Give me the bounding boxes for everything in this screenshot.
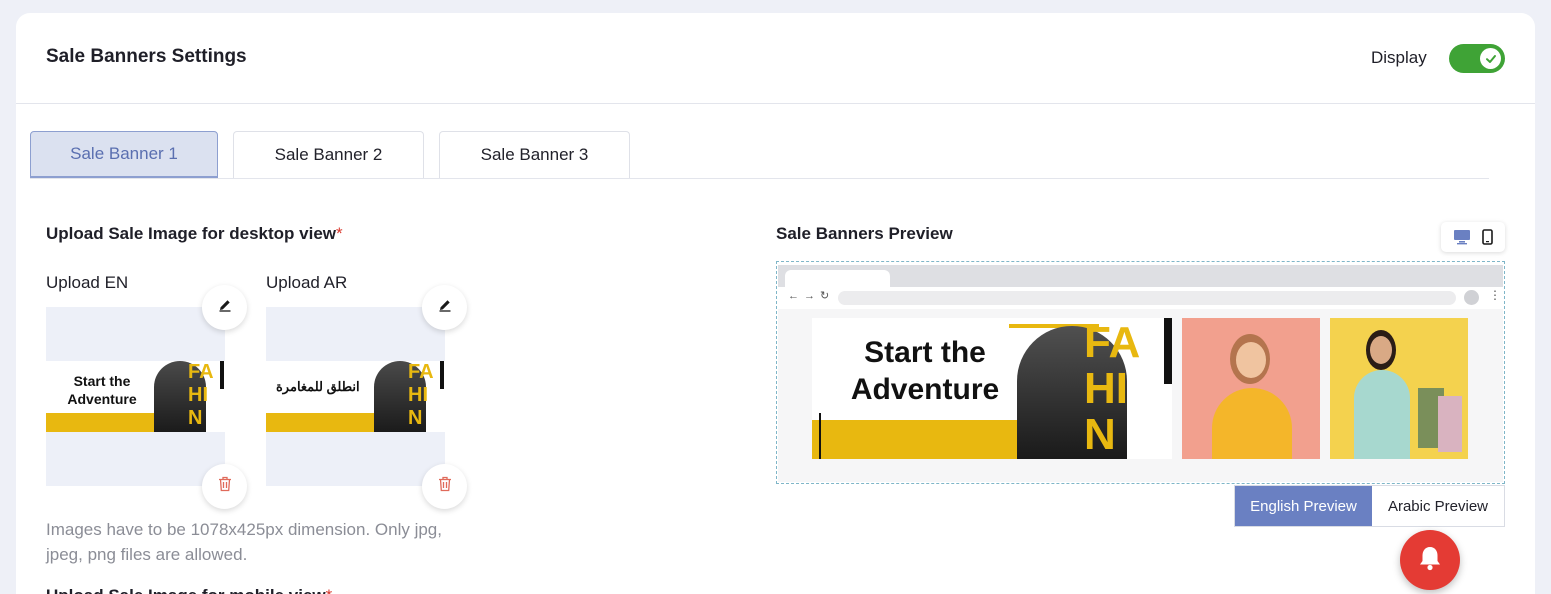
card-header: Sale Banners Settings Display xyxy=(16,13,1535,104)
banner-tabs: Sale Banner 1 Sale Banner 2 Sale Banner … xyxy=(30,131,1489,179)
arabic-preview-button[interactable]: Arabic Preview xyxy=(1372,486,1504,526)
trash-icon xyxy=(218,476,232,497)
banner-brand-letters: FA HI N xyxy=(408,361,434,429)
browser-tab-strip xyxy=(778,265,1503,290)
delete-en-button[interactable] xyxy=(202,464,247,509)
image-requirements-hint: Images have to be 1078x425px dimension. … xyxy=(46,520,442,564)
browser-url-field xyxy=(838,291,1456,305)
preview-banner-text: Start the Adventure xyxy=(850,336,1000,406)
tab-sale-banner-1[interactable]: Sale Banner 1 xyxy=(30,131,218,178)
banner-brand-letters: FA HI N xyxy=(1084,318,1141,459)
required-mark: * xyxy=(326,586,333,594)
desktop-upload-title: Upload Sale Image for desktop view* xyxy=(46,224,343,244)
page-title: Sale Banners Settings xyxy=(46,46,247,67)
banner-black-bar xyxy=(220,361,224,389)
preview-main-banner: Start the Adventure FA HI N xyxy=(812,318,1172,459)
display-toggle[interactable] xyxy=(1449,44,1505,73)
required-mark: * xyxy=(336,224,343,243)
upload-ar-label: Upload AR xyxy=(266,273,348,292)
mobile-upload-title-text: Upload Sale Image for mobile view xyxy=(46,586,326,594)
delete-ar-button[interactable] xyxy=(422,464,467,509)
notification-button[interactable] xyxy=(1400,530,1460,590)
edit-ar-button[interactable] xyxy=(422,285,467,330)
banner-preview: ←→↻ ⋮ Start the Adventure FA HI N xyxy=(776,261,1505,484)
preview-language-switch: English Preview Arabic Preview xyxy=(1234,485,1505,527)
bell-icon xyxy=(1415,543,1445,578)
trash-icon xyxy=(438,476,452,497)
browser-menu-icon: ⋮ xyxy=(1489,288,1501,302)
photo-dress xyxy=(1212,388,1292,459)
tab-sale-banner-2[interactable]: Sale Banner 2 xyxy=(233,131,424,178)
banner-brand-letters: FA HI N xyxy=(188,361,214,429)
check-icon xyxy=(1480,48,1501,69)
desktop-upload-title-text: Upload Sale Image for desktop view xyxy=(46,224,337,243)
phone-icon[interactable] xyxy=(1482,229,1494,245)
ar-banner-text: انطلق للمغامرة xyxy=(276,379,360,394)
banner-black-bar xyxy=(1164,318,1172,384)
preview-photo-laughing-woman xyxy=(1182,318,1320,459)
photo-shopping-bag xyxy=(1438,396,1462,452)
pencil-icon xyxy=(438,298,452,317)
banner-black-line xyxy=(819,413,821,459)
browser-profile-icon xyxy=(1464,290,1479,305)
device-switch xyxy=(1441,222,1505,252)
edit-en-button[interactable] xyxy=(202,285,247,330)
photo-face xyxy=(1370,336,1392,364)
ar-banner-thumbnail: انطلق للمغامرة FA HI N xyxy=(266,361,445,432)
photo-dress xyxy=(1354,370,1410,459)
upload-en-dropzone[interactable]: Start the Adventure FA HI N xyxy=(46,307,225,486)
tab-sale-banner-3[interactable]: Sale Banner 3 xyxy=(439,131,630,178)
upload-en-label: Upload EN xyxy=(46,273,129,292)
en-banner-thumbnail: Start the Adventure FA HI N xyxy=(46,361,225,432)
upload-ar-dropzone[interactable]: انطلق للمغامرة FA HI N xyxy=(266,307,445,486)
en-banner-text: Start the Adventure xyxy=(67,373,137,407)
preview-title: Sale Banners Preview xyxy=(776,224,953,243)
preview-photo-shopping-woman xyxy=(1330,318,1468,459)
monitor-icon[interactable] xyxy=(1453,229,1471,245)
photo-face xyxy=(1236,342,1266,378)
pencil-icon xyxy=(218,298,232,317)
browser-address-bar: ←→↻ ⋮ xyxy=(778,287,1503,309)
banner-black-bar xyxy=(440,361,444,389)
browser-nav-icons: ←→↻ xyxy=(788,290,835,302)
english-preview-button[interactable]: English Preview xyxy=(1235,486,1372,526)
mobile-upload-title: Upload Sale Image for mobile view* xyxy=(46,586,332,594)
display-label: Display xyxy=(1371,48,1427,67)
